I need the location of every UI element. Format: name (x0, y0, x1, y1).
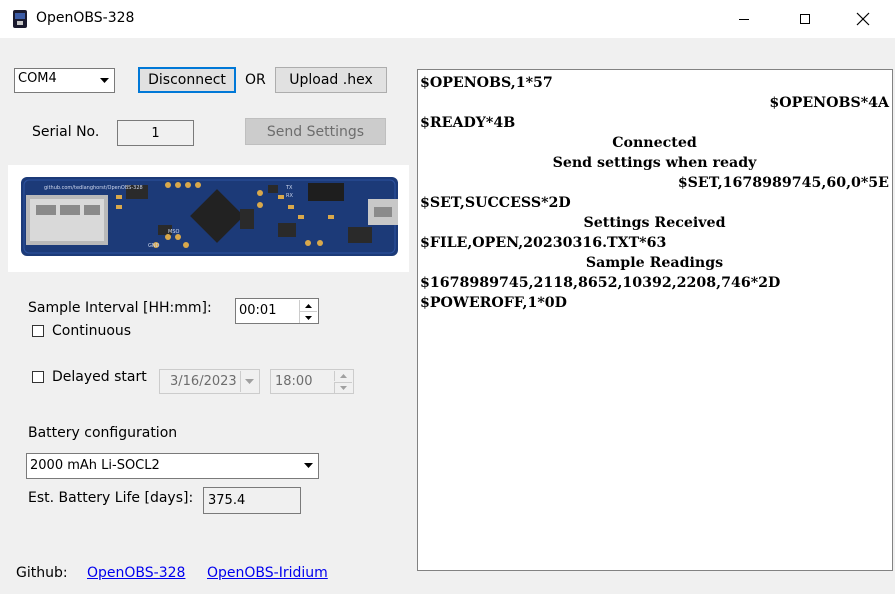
battery-config-value: 2000 mAh Li-SOCL2 (30, 458, 160, 473)
delayed-time-value: 18:00 (275, 374, 313, 389)
console-line: $OPENOBS,1*57 (420, 75, 553, 91)
board-silk-mso: MSO (168, 229, 179, 235)
console-line: $READY*4B (420, 115, 516, 131)
upload-hex-button[interactable]: Upload .hex (275, 67, 387, 93)
minimize-icon (739, 19, 749, 20)
board-silk-rx: RX (286, 193, 293, 199)
chevron-down-icon[interactable] (240, 371, 258, 392)
continuous-checkbox[interactable] (32, 325, 44, 337)
console-line: $OPENOBS*4A (769, 95, 889, 111)
openobs-328-link[interactable]: OpenOBS-328 (87, 565, 185, 581)
openobs-iridium-link[interactable]: OpenOBS-Iridium (207, 565, 328, 581)
disconnect-button[interactable]: Disconnect (138, 67, 236, 93)
console-line: $SET,SUCCESS*2D (420, 195, 571, 211)
serial-console-output[interactable]: $OPENOBS,1*57 $OPENOBS*4A $READY*4B Connect… (417, 69, 893, 571)
spin-up-icon[interactable] (334, 371, 352, 381)
maximize-button[interactable] (782, 0, 828, 38)
board-silk-tx: TX (285, 185, 293, 191)
console-line: Send settings when ready (552, 155, 757, 171)
sample-interval-value: 00:01 (239, 303, 277, 318)
sample-interval-input[interactable]: 00:01 (235, 298, 319, 324)
serial-field: 1 (117, 120, 194, 146)
battery-life-label: Est. Battery Life [days]: (28, 490, 194, 506)
console-line: Sample Readings (585, 255, 724, 271)
send-settings-button[interactable]: Send Settings (245, 118, 386, 145)
com-port-value: COM4 (18, 71, 57, 86)
delayed-start-checkbox[interactable] (32, 371, 44, 383)
delayed-date-value: 3/16/2023 (170, 374, 237, 389)
spin-down-icon[interactable] (334, 382, 352, 393)
maximize-icon (800, 14, 810, 24)
delayed-time-input[interactable]: 18:00 (270, 369, 354, 394)
sample-interval-label: Sample Interval [HH:mm]: (28, 300, 212, 316)
console-line: $1678989745,2118,8652,10392,2208,746*2D (420, 275, 781, 291)
window-title: OpenOBS-328 (36, 10, 135, 26)
board-silk-url: github.com/tedlanghorst/OpenOBS-328 (44, 185, 143, 191)
app-icon (12, 10, 28, 28)
spin-down-icon[interactable] (299, 311, 317, 323)
or-label: OR (245, 72, 266, 88)
console-line: $POWEROFF,1*0D (420, 295, 567, 311)
battery-config-label: Battery configuration (28, 425, 178, 441)
chevron-down-icon[interactable] (300, 455, 317, 477)
console-line: Settings Received (583, 215, 726, 231)
close-button[interactable] (840, 0, 886, 38)
console-line: $FILE,OPEN,20230316.TXT*63 (420, 235, 667, 251)
battery-life-field: 375.4 (203, 487, 301, 514)
com-port-select[interactable]: COM4 (14, 68, 115, 93)
console-line: Connected (612, 135, 697, 151)
board-image: github.com/tedlanghorst/OpenOBS-328 GND … (8, 165, 409, 272)
battery-config-select[interactable]: 2000 mAh Li-SOCL2 (26, 453, 319, 479)
console-line: $SET,1678989745,60,0*5E (677, 175, 889, 191)
minimize-button[interactable] (721, 0, 767, 38)
delayed-date-picker[interactable]: 3/16/2023 (159, 369, 260, 394)
serial-label: Serial No. (32, 124, 100, 140)
spin-up-icon[interactable] (299, 300, 317, 311)
continuous-label: Continuous (52, 323, 132, 339)
board-silk-gnd: GND (148, 243, 160, 249)
close-icon (856, 12, 870, 26)
github-label: Github: (16, 565, 68, 581)
delayed-start-label: Delayed start (52, 369, 147, 385)
chevron-down-icon[interactable] (96, 70, 113, 91)
